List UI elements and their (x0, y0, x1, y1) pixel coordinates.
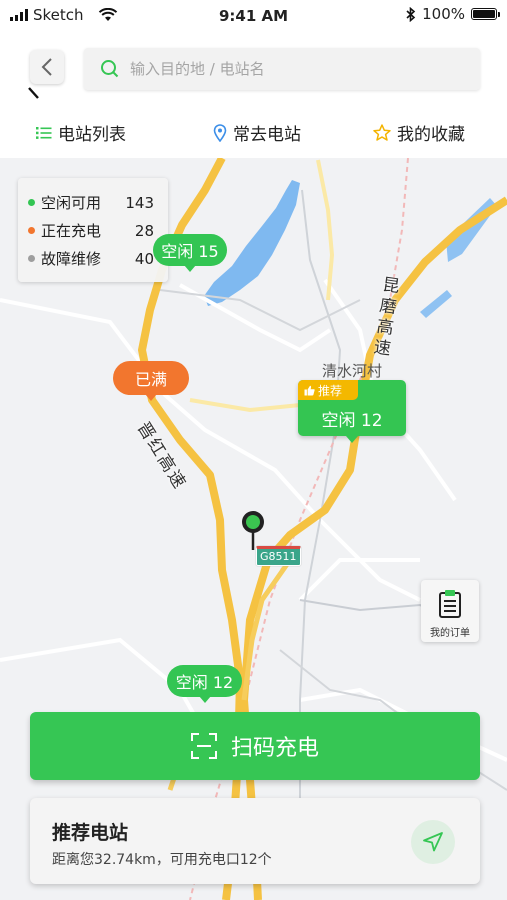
village-label: 清水河村 (322, 362, 383, 380)
back-shadow-mark (28, 87, 39, 99)
tab-label: 电站列表 (58, 125, 126, 145)
thumbs-up-icon (304, 385, 315, 395)
recommend-tag: 推荐 (298, 380, 358, 400)
bluetooth-icon (406, 6, 416, 22)
search-header (0, 32, 507, 110)
navigation-arrow-icon (423, 832, 443, 852)
status-dot (28, 255, 35, 262)
tab-bar: 电站列表 常去电站 我的收藏 (0, 110, 507, 158)
battery-percent: 100% (422, 5, 465, 23)
search-box[interactable] (84, 48, 480, 90)
recommend-card-title: 推荐电站 (52, 822, 129, 844)
star-icon (373, 124, 391, 141)
tab-favorites[interactable]: 我的收藏 (373, 120, 465, 145)
scan-icon (190, 733, 217, 759)
status-dot (28, 199, 35, 206)
station-status-legend: 空闲可用 143 正在充电 28 故障维修 40 (18, 178, 168, 282)
back-button[interactable] (30, 50, 64, 84)
tab-frequent-stations[interactable]: 常去电站 (213, 120, 301, 145)
legend-count: 40 (134, 249, 154, 268)
navigate-button[interactable] (411, 820, 455, 864)
scan-charge-label: 扫码充电 (230, 736, 319, 761)
tab-station-list[interactable]: 电站列表 (36, 120, 126, 145)
lake (420, 290, 452, 318)
status-dot (28, 227, 35, 234)
my-orders-button[interactable]: 我的订单 (421, 580, 479, 642)
search-icon (101, 60, 119, 78)
tab-label: 常去电站 (233, 125, 301, 145)
list-icon (36, 126, 52, 139)
legend-row-charging: 正在充电 28 (28, 220, 162, 241)
recommend-marker-label: 空闲 12 (321, 411, 383, 431)
order-clipboard-icon (439, 590, 461, 618)
status-bar: Sketch 9:41 AM 100% (0, 0, 507, 32)
chevron-left-icon (41, 58, 52, 76)
my-orders-label: 我的订单 (430, 628, 470, 639)
station-marker-idle-12[interactable]: 空闲 12 (167, 665, 242, 703)
recommended-station-card[interactable]: 推荐电站 距离您32.74km，可用充电口12个 (30, 798, 480, 884)
station-marker-idle-15[interactable]: 空闲 15 (153, 234, 227, 272)
current-location-pin-icon (242, 511, 264, 550)
station-marker-recommended[interactable]: 推荐 空闲 12 (298, 380, 406, 443)
legend-label: 故障维修 (41, 250, 102, 268)
legend-label: 空闲可用 (41, 194, 102, 212)
scan-charge-button[interactable]: 扫码充电 (30, 712, 480, 780)
legend-label: 正在充电 (41, 222, 102, 240)
legend-count: 143 (125, 193, 154, 212)
tab-label: 我的收藏 (397, 125, 465, 145)
search-input[interactable] (128, 59, 462, 79)
battery-icon (471, 8, 500, 20)
legend-row-fault: 故障维修 40 (28, 248, 162, 269)
legend-row-idle: 空闲可用 143 (28, 192, 162, 213)
location-pin-icon (213, 123, 227, 142)
station-marker-full[interactable]: 已满 (113, 361, 189, 401)
legend-count: 28 (134, 221, 154, 240)
recommend-card-description: 距离您32.74km，可用充电口12个 (52, 852, 272, 868)
